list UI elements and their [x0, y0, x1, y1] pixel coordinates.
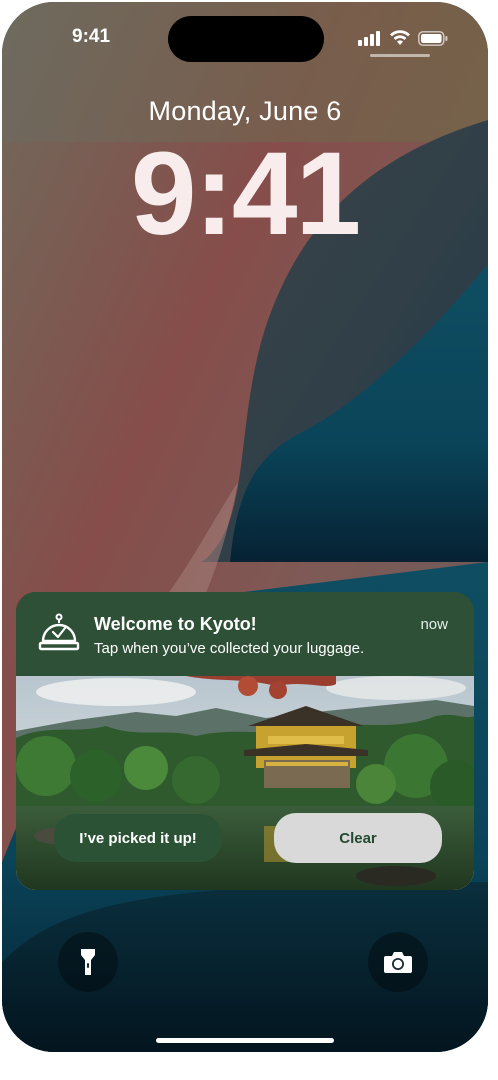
lock-clock: 9:41 — [130, 128, 361, 260]
flashlight-icon — [81, 949, 95, 975]
notification-timestamp: now — [420, 616, 448, 633]
camera-button[interactable] — [368, 932, 428, 992]
flashlight-button[interactable] — [58, 932, 118, 992]
notification-card[interactable]: Welcome to Kyoto! Tap when you’ve collec… — [16, 592, 474, 890]
status-time: 9:41 — [72, 26, 111, 47]
notification-body: Tap when you’ve collected your luggage. — [94, 640, 365, 657]
battery-icon — [418, 30, 448, 46]
lock-screen: 9:41 Monday, June 6 9:41 Welcome to Kyot… — [2, 2, 488, 1052]
home-indicator[interactable] — [156, 1038, 334, 1043]
concierge-bell-icon — [38, 613, 80, 651]
lock-date: Monday, June 6 — [148, 96, 342, 126]
picked-up-button[interactable]: I’ve picked it up! — [54, 814, 222, 862]
top-grabber — [370, 54, 430, 57]
notification-header[interactable]: Welcome to Kyoto! Tap when you’ve collec… — [16, 592, 474, 676]
dynamic-island — [168, 16, 324, 62]
cellular-signal-icon — [358, 31, 380, 46]
camera-icon — [384, 952, 412, 973]
clear-button[interactable]: Clear — [274, 813, 442, 863]
status-icons — [358, 30, 448, 46]
notification-title: Welcome to Kyoto! — [94, 614, 257, 634]
wifi-icon — [390, 30, 410, 45]
